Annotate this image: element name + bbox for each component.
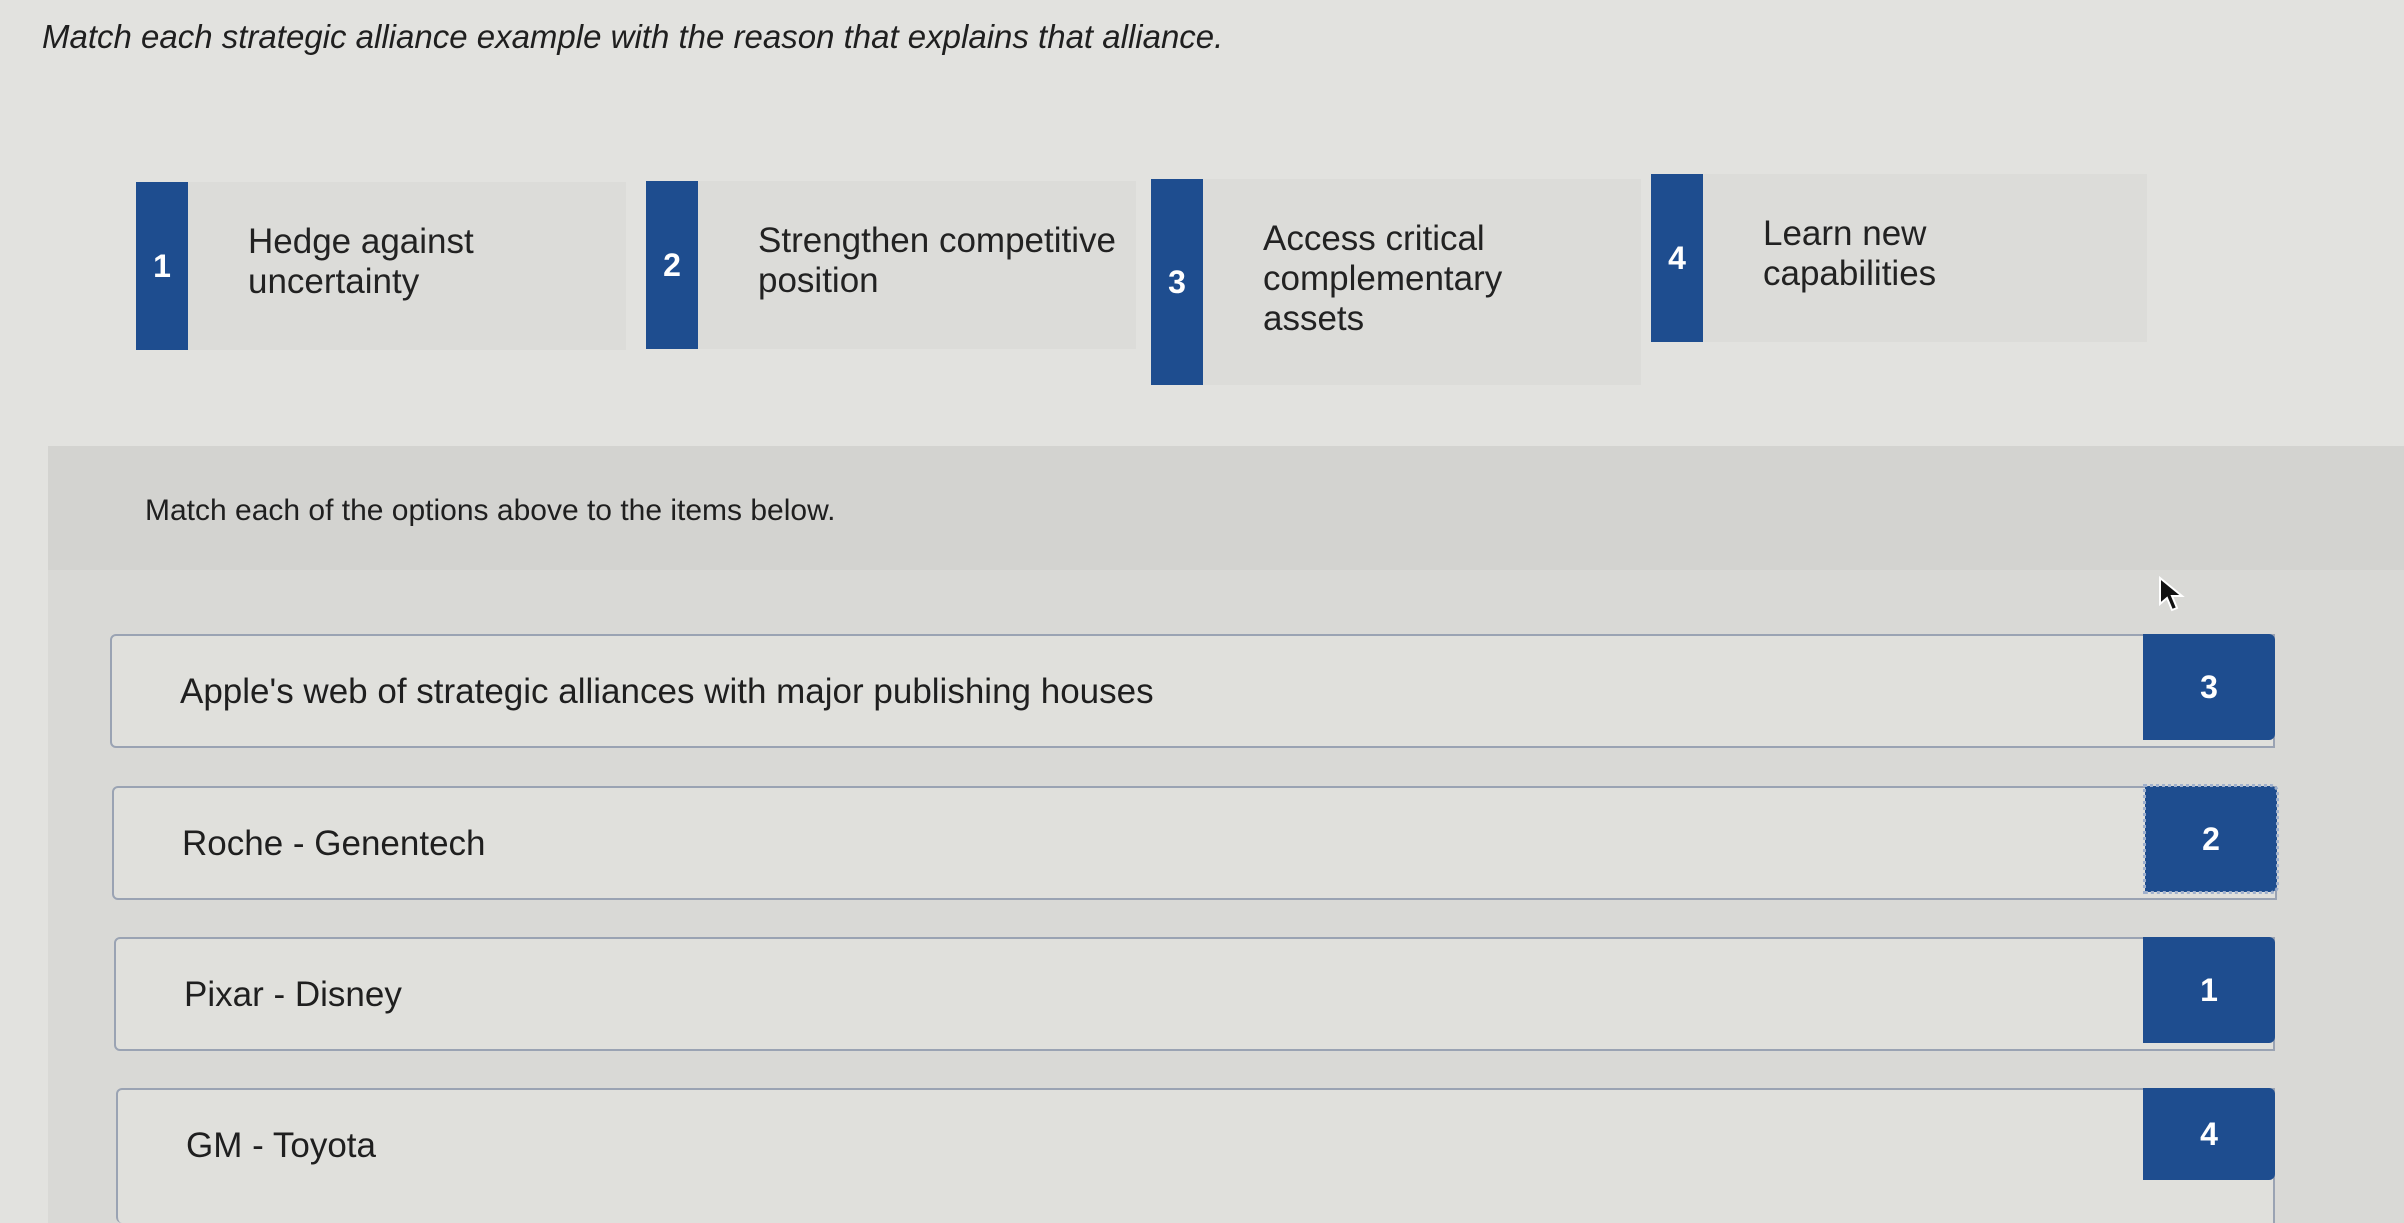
option-card-3[interactable]: 3 Access critical complementary assets: [1151, 179, 1641, 385]
match-item-label-2: Roche - Genentech: [182, 824, 486, 863]
page: Match each strategic alliance example wi…: [0, 0, 2404, 1223]
option-card-1[interactable]: 1 Hedge against uncertainty: [136, 182, 626, 350]
option-number-1[interactable]: 1: [136, 182, 188, 350]
match-answer-3[interactable]: 1: [2143, 937, 2275, 1043]
option-number-3[interactable]: 3: [1151, 179, 1203, 385]
option-number-4[interactable]: 4: [1651, 174, 1703, 342]
match-answer-1[interactable]: 3: [2143, 634, 2275, 740]
question-prompt: Match each strategic alliance example wi…: [42, 18, 1224, 55]
option-label-4: Learn new capabilities: [1763, 214, 1937, 293]
match-instruction: Match each of the options above to the i…: [145, 494, 836, 527]
option-card-2[interactable]: 2 Strengthen competitive position: [646, 181, 1136, 349]
match-answer-2[interactable]: 2: [2143, 784, 2279, 894]
option-card-4[interactable]: 4 Learn new capabilities: [1651, 174, 2147, 342]
option-label-3: Access critical complementary assets: [1263, 219, 1503, 338]
mouse-pointer-icon: [2159, 576, 2185, 612]
match-item-3[interactable]: Pixar - Disney 1: [114, 937, 2275, 1051]
option-label-1: Hedge against uncertainty: [248, 222, 474, 301]
match-item-2[interactable]: Roche - Genentech 2: [112, 784, 2279, 900]
match-item-4[interactable]: GM - Toyota 4: [116, 1088, 2275, 1223]
match-answer-4[interactable]: 4: [2143, 1088, 2275, 1180]
match-item-1[interactable]: Apple's web of strategic alliances with …: [110, 634, 2275, 748]
option-number-2[interactable]: 2: [646, 181, 698, 349]
match-item-label-3: Pixar - Disney: [184, 975, 402, 1014]
option-label-2: Strengthen competitive position: [758, 221, 1116, 300]
match-item-label-4: GM - Toyota: [186, 1126, 376, 1165]
match-item-label-1: Apple's web of strategic alliances with …: [180, 672, 1154, 711]
